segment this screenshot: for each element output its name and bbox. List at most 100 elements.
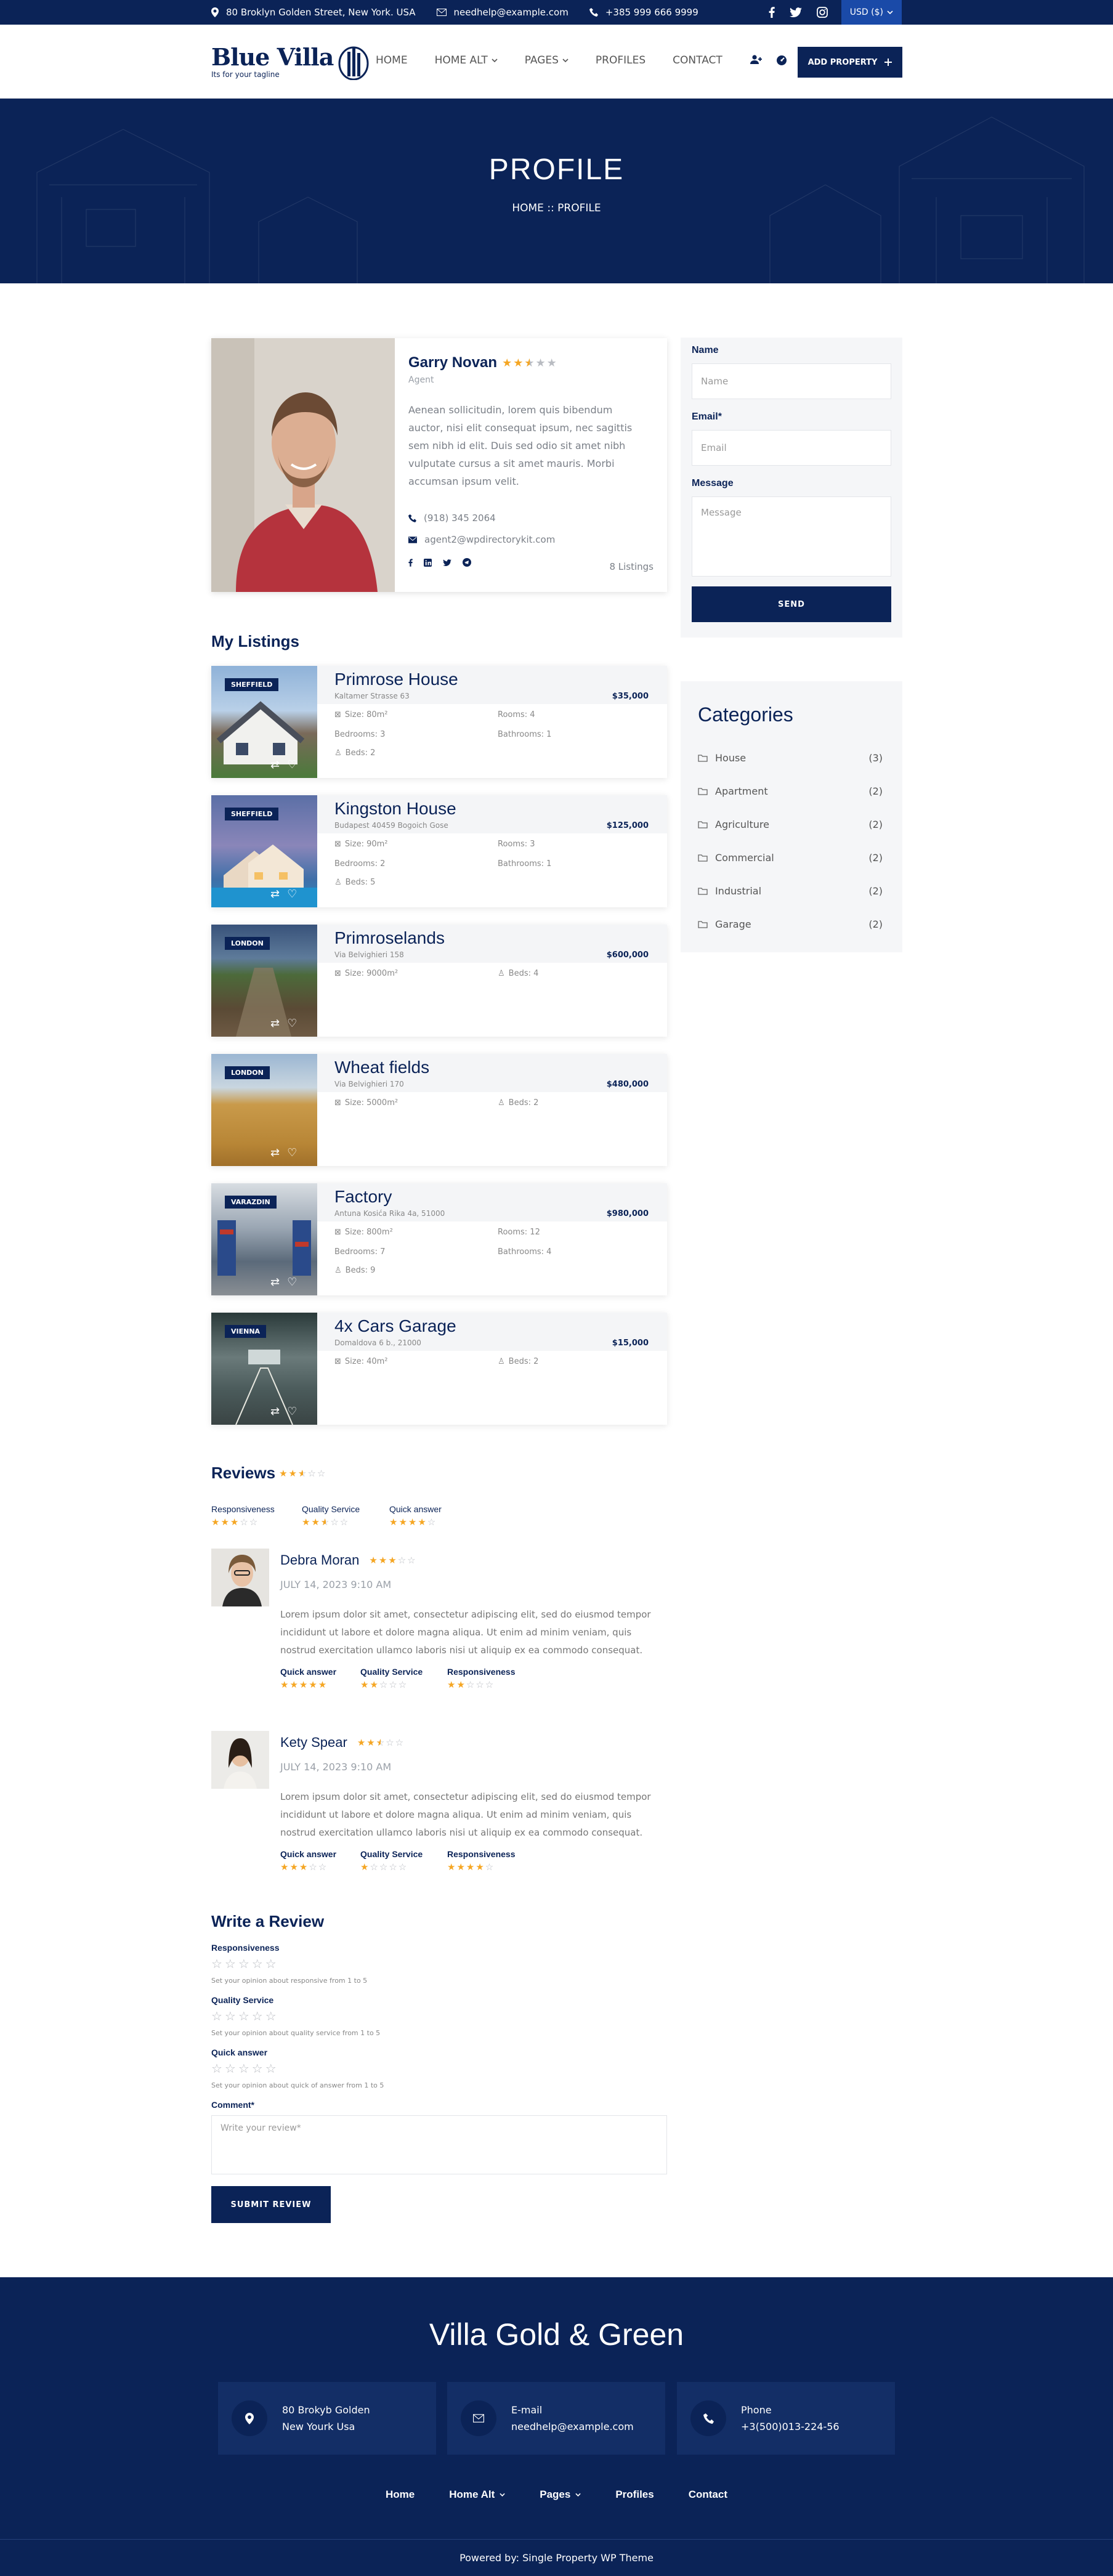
footer-title: Villa Gold & Green bbox=[429, 2317, 684, 2352]
site-logo[interactable]: Blue Villa Its for your tagline bbox=[211, 44, 370, 80]
facebook-icon[interactable] bbox=[769, 7, 775, 18]
listing-bedrooms: Bedrooms: 7 bbox=[334, 1247, 386, 1257]
email-input[interactable]: Email bbox=[692, 430, 891, 466]
nav-profiles[interactable]: PROFILES bbox=[596, 54, 646, 67]
category-count: (2) bbox=[868, 885, 883, 897]
agent-phone[interactable]: (918) 345 2064 bbox=[424, 512, 496, 524]
listing-card[interactable]: LONDON ⇄ ♡ Primroselands Via Belvighieri … bbox=[211, 925, 667, 1037]
currency-label: USD ($) bbox=[849, 7, 883, 17]
agent-role: Agent bbox=[408, 375, 434, 385]
compare-icon[interactable]: ⇄ bbox=[270, 758, 280, 771]
comment-textarea[interactable]: Write your review* bbox=[211, 2115, 667, 2174]
name-input[interactable]: Name bbox=[692, 363, 891, 399]
listing-title[interactable]: Primrose House bbox=[334, 670, 458, 689]
dashboard-icon[interactable] bbox=[776, 55, 787, 66]
review-rating-label: Quick answer bbox=[280, 1849, 337, 1859]
heart-icon[interactable]: ♡ bbox=[287, 758, 297, 771]
footer-nav-home-alt-label: Home Alt bbox=[449, 2489, 495, 2500]
listing-card[interactable]: LONDON ⇄ ♡ Wheat fields Via Belvighieri 1… bbox=[211, 1054, 667, 1166]
footer-phone[interactable]: +3(500)013-224-56 bbox=[741, 2418, 840, 2435]
listing-bedrooms: Bedrooms: 3 bbox=[334, 730, 386, 739]
phone-icon bbox=[408, 514, 416, 522]
twitter-icon[interactable] bbox=[443, 559, 451, 566]
page-hero: PROFILE HOME :: PROFILE bbox=[0, 99, 1113, 283]
listing-rooms: Rooms: 12 bbox=[498, 1228, 540, 1237]
agent-avatar-illustration bbox=[211, 338, 395, 592]
category-item[interactable]: House (3) bbox=[698, 752, 883, 764]
nav-pages[interactable]: PAGES bbox=[525, 54, 569, 67]
heart-icon[interactable]: ♡ bbox=[287, 1017, 297, 1030]
heart-icon[interactable]: ♡ bbox=[287, 1146, 297, 1159]
add-property-button[interactable]: ADD PROPERTY bbox=[798, 47, 902, 78]
listing-card[interactable]: VIENNA ⇄ ♡ 4x Cars Garage Domaldova 6 b.,… bbox=[211, 1313, 667, 1425]
listing-title[interactable]: Wheat fields bbox=[334, 1058, 429, 1077]
size-icon: ⊠ bbox=[334, 710, 341, 719]
quality-service-rating-input[interactable]: ☆☆☆☆☆ bbox=[211, 2009, 279, 2023]
nav-pages-label: PAGES bbox=[524, 54, 559, 67]
agent-listings-count[interactable]: 8 Listings bbox=[609, 561, 654, 572]
quick-answer-rating-input[interactable]: ☆☆☆☆☆ bbox=[211, 2061, 279, 2076]
listing-address: Via Belvighieri 170 bbox=[334, 1080, 404, 1088]
footer-copyright: Powered by: Single Property WP Theme bbox=[0, 2539, 1113, 2576]
contact-agent-form: Name Name Email* Email Message Message S… bbox=[681, 338, 902, 638]
footer-email-box: E-mail needhelp@example.com bbox=[447, 2382, 665, 2455]
category-item[interactable]: Agriculture (2) bbox=[698, 819, 883, 830]
listing-price: $980,000 bbox=[606, 1209, 649, 1218]
review-rating-label: Quality Service bbox=[360, 1849, 423, 1859]
listing-title[interactable]: Factory bbox=[334, 1187, 392, 1207]
responsiveness-hint: Set your opinion about responsive from 1… bbox=[211, 1977, 368, 1985]
footer-nav-home-alt[interactable]: Home Alt bbox=[449, 2489, 505, 2501]
instagram-icon[interactable] bbox=[816, 7, 828, 18]
listing-card[interactable]: VARAZDIN ⇄ ♡ Factory Antuna Kosića Rika 4… bbox=[211, 1183, 667, 1295]
category-item[interactable]: Industrial (2) bbox=[698, 885, 883, 897]
category-item[interactable]: Apartment (2) bbox=[698, 785, 883, 797]
footer-nav-profiles[interactable]: Profiles bbox=[615, 2489, 654, 2501]
listing-bathrooms: Bathrooms: 4 bbox=[498, 1247, 552, 1257]
nav-home-alt[interactable]: HOME ALT bbox=[435, 54, 498, 67]
summary-responsiveness-stars: ★★★☆☆ bbox=[211, 1517, 259, 1528]
topbar-email[interactable]: needhelp@example.com bbox=[436, 7, 569, 18]
footer-nav-home[interactable]: Home bbox=[386, 2489, 415, 2501]
telegram-icon[interactable] bbox=[463, 558, 471, 567]
agent-email[interactable]: agent2@wpdirectorykit.com bbox=[424, 534, 555, 545]
category-name: Commercial bbox=[715, 852, 774, 864]
folder-icon bbox=[698, 755, 708, 762]
twitter-icon[interactable] bbox=[789, 7, 802, 17]
chevron-down-icon bbox=[500, 2493, 505, 2497]
categories-title: Categories bbox=[698, 703, 793, 726]
listing-card[interactable]: SHEFFIELD ⇄ ♡ Kingston House Budapest 404… bbox=[211, 795, 667, 907]
user-add-icon[interactable] bbox=[750, 55, 763, 65]
heart-icon[interactable]: ♡ bbox=[287, 1276, 297, 1289]
topbar-phone-text: +385 999 666 9999 bbox=[605, 7, 698, 18]
category-count: (2) bbox=[868, 852, 883, 864]
chevron-down-icon bbox=[492, 59, 498, 62]
compare-icon[interactable]: ⇄ bbox=[270, 888, 280, 901]
currency-dropdown[interactable]: USD ($) bbox=[841, 0, 902, 25]
category-item[interactable]: Commercial (2) bbox=[698, 852, 883, 864]
responsiveness-rating-input[interactable]: ☆☆☆☆☆ bbox=[211, 1956, 279, 1971]
message-textarea[interactable]: Message bbox=[692, 496, 891, 577]
compare-icon[interactable]: ⇄ bbox=[270, 1017, 280, 1030]
footer-nav-pages[interactable]: Pages bbox=[540, 2489, 581, 2501]
footer-nav-contact[interactable]: Contact bbox=[689, 2489, 727, 2501]
compare-icon[interactable]: ⇄ bbox=[270, 1405, 280, 1418]
compare-icon[interactable]: ⇄ bbox=[270, 1276, 280, 1289]
facebook-icon[interactable] bbox=[408, 558, 413, 567]
top-bar: 80 Broklyn Golden Street, New York. USA … bbox=[0, 0, 1113, 25]
category-item[interactable]: Garage (2) bbox=[698, 918, 883, 930]
nav-home[interactable]: HOME bbox=[376, 54, 408, 67]
footer-email[interactable]: needhelp@example.com bbox=[511, 2418, 634, 2435]
send-button[interactable]: SEND bbox=[692, 586, 891, 622]
linkedin-icon[interactable] bbox=[424, 558, 432, 567]
listing-title[interactable]: Kingston House bbox=[334, 799, 456, 819]
folder-icon bbox=[698, 888, 708, 895]
listing-card[interactable]: SHEFFIELD ⇄ ♡ Primrose House Kaltamer Str… bbox=[211, 666, 667, 778]
nav-contact[interactable]: CONTACT bbox=[673, 54, 722, 67]
heart-icon[interactable]: ♡ bbox=[287, 1405, 297, 1418]
heart-icon[interactable]: ♡ bbox=[287, 888, 297, 901]
submit-review-button[interactable]: SUBMIT REVIEW bbox=[211, 2186, 331, 2223]
topbar-phone[interactable]: +385 999 666 9999 bbox=[589, 7, 698, 18]
listing-title[interactable]: Primroselands bbox=[334, 928, 445, 948]
listing-title[interactable]: 4x Cars Garage bbox=[334, 1316, 456, 1336]
compare-icon[interactable]: ⇄ bbox=[270, 1146, 280, 1159]
